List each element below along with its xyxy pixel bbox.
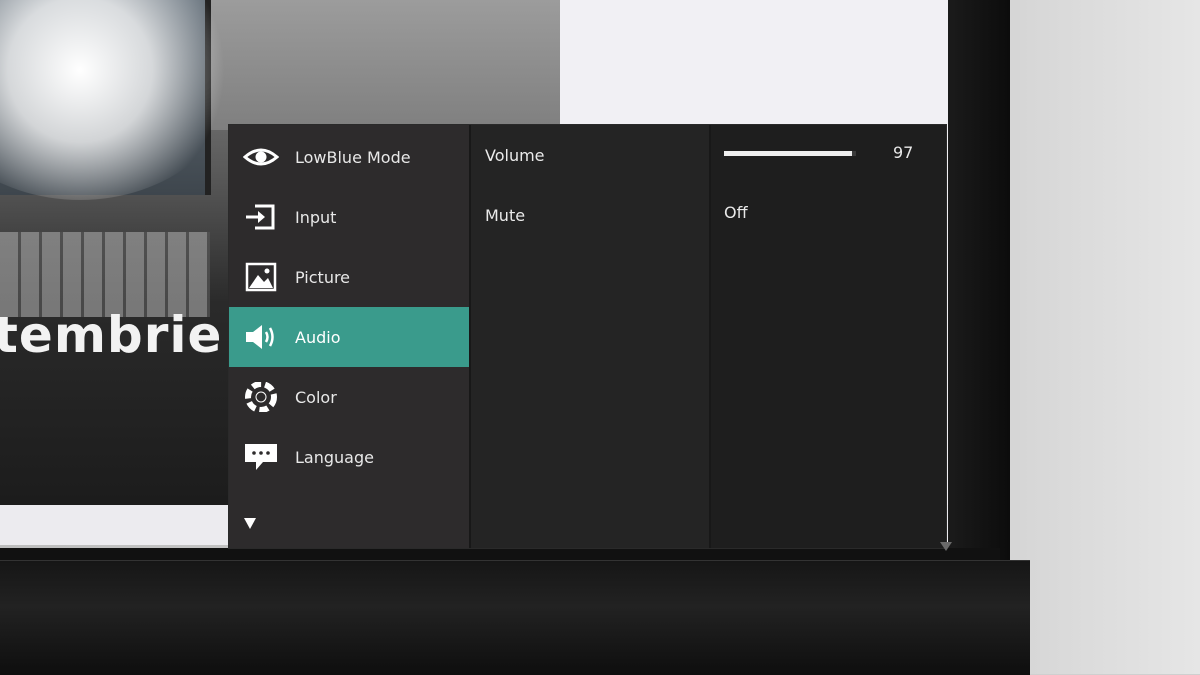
menu-item-picture[interactable]: Picture: [229, 247, 469, 307]
mute-value[interactable]: Off: [724, 203, 748, 222]
submenu-item-volume[interactable]: Volume: [485, 146, 545, 165]
background-keyboard: [0, 232, 210, 317]
menu-item-label: LowBlue Mode: [295, 147, 411, 167]
speech-bubble-icon: [243, 442, 279, 472]
menu-item-label: Audio: [295, 327, 341, 347]
menu-item-input[interactable]: Input: [229, 187, 469, 247]
menu-item-color[interactable]: Color: [229, 367, 469, 427]
background-headline: tembrie: [0, 306, 223, 364]
volume-value: 97: [893, 143, 914, 162]
corner-resize-icon: [940, 542, 952, 551]
menu-item-lowblue-mode[interactable]: LowBlue Mode: [229, 127, 469, 187]
picture-icon: [243, 262, 279, 292]
menu-item-label: Input: [295, 207, 337, 227]
menu-item-label: Picture: [295, 267, 351, 287]
monitor-chin: [0, 560, 1030, 675]
osd-main-menu: LowBlue Mode Input Picture Audio Color L…: [229, 125, 469, 548]
chevron-down-icon[interactable]: [243, 516, 257, 530]
osd-value-panel: 97 Off: [709, 125, 952, 551]
eye-icon: [243, 142, 279, 172]
submenu-item-mute[interactable]: Mute: [485, 206, 525, 225]
menu-item-language[interactable]: Language: [229, 427, 469, 487]
menu-item-label: Color: [295, 387, 337, 407]
menu-item-audio[interactable]: Audio: [229, 307, 469, 367]
osd-sub-menu: Volume Mute: [469, 125, 709, 548]
speaker-icon: [243, 322, 279, 352]
volume-slider-fill: [724, 151, 853, 156]
volume-slider[interactable]: [724, 151, 856, 156]
background-photo-wall: [205, 0, 560, 130]
menu-item-label: Language: [295, 447, 374, 467]
osd-menu: LowBlue Mode Input Picture Audio Color L…: [229, 125, 952, 551]
color-wheel-icon: [243, 382, 279, 412]
input-icon: [243, 202, 279, 232]
monitor-bezel: [948, 0, 1010, 580]
